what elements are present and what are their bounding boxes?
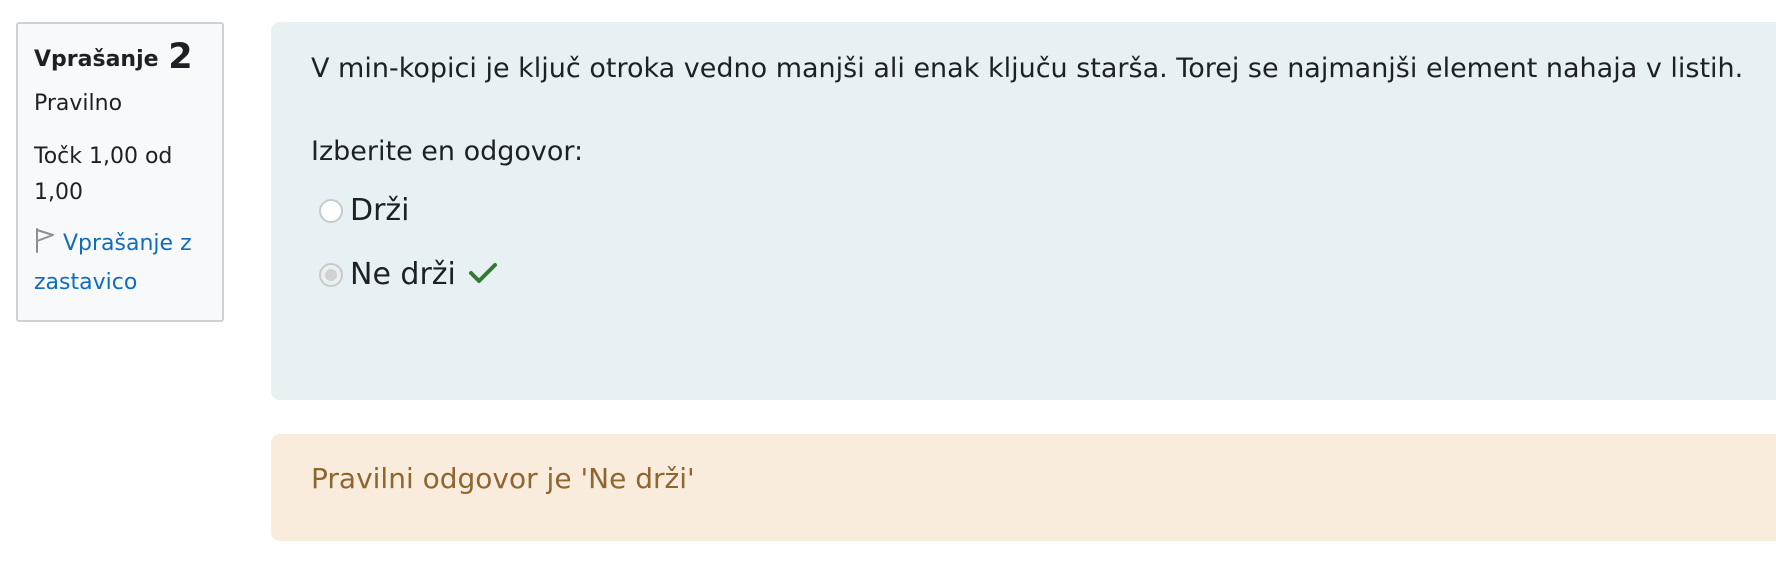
question-text: V min-kopici je ključ otroka vedno manjš…: [311, 53, 1744, 84]
flag-outline-icon: [34, 227, 56, 265]
question-state: Pravilno: [34, 91, 123, 116]
answer-prompt: Izberite en odgovor:: [311, 136, 584, 167]
answer-option-label[interactable]: Drži: [350, 191, 410, 231]
flag-question-link[interactable]: Vprašanje z zastavico: [34, 226, 208, 301]
question-info-box: Vprašanje 2 Pravilno Točk 1,00 od 1,00 V…: [16, 22, 224, 322]
correct-check-icon: [468, 261, 498, 289]
question-page: Vprašanje 2 Pravilno Točk 1,00 od 1,00 V…: [0, 0, 1776, 574]
answer-option-true[interactable]: Drži: [319, 188, 1776, 234]
flag-question-label: Vprašanje z zastavico: [34, 231, 192, 295]
radio-ne-drzi[interactable]: [319, 263, 343, 287]
question-formulation: V min-kopici je ključ otroka vedno manjš…: [271, 22, 1776, 400]
question-word: Vprašanje: [34, 47, 159, 72]
answer-options: Drži Ne drži: [311, 188, 1776, 298]
question-feedback: Pravilni odgovor je 'Ne drži': [271, 434, 1776, 541]
right-answer-text: Pravilni odgovor je 'Ne drži': [311, 462, 695, 495]
radio-drzi[interactable]: [319, 199, 343, 223]
answer-option-label[interactable]: Ne drži: [350, 255, 456, 295]
answer-option-false[interactable]: Ne drži: [319, 252, 1776, 298]
question-number-heading: Vprašanje 2: [34, 40, 208, 77]
question-number: 2: [168, 37, 193, 77]
question-grade: Točk 1,00 od 1,00: [34, 144, 173, 205]
